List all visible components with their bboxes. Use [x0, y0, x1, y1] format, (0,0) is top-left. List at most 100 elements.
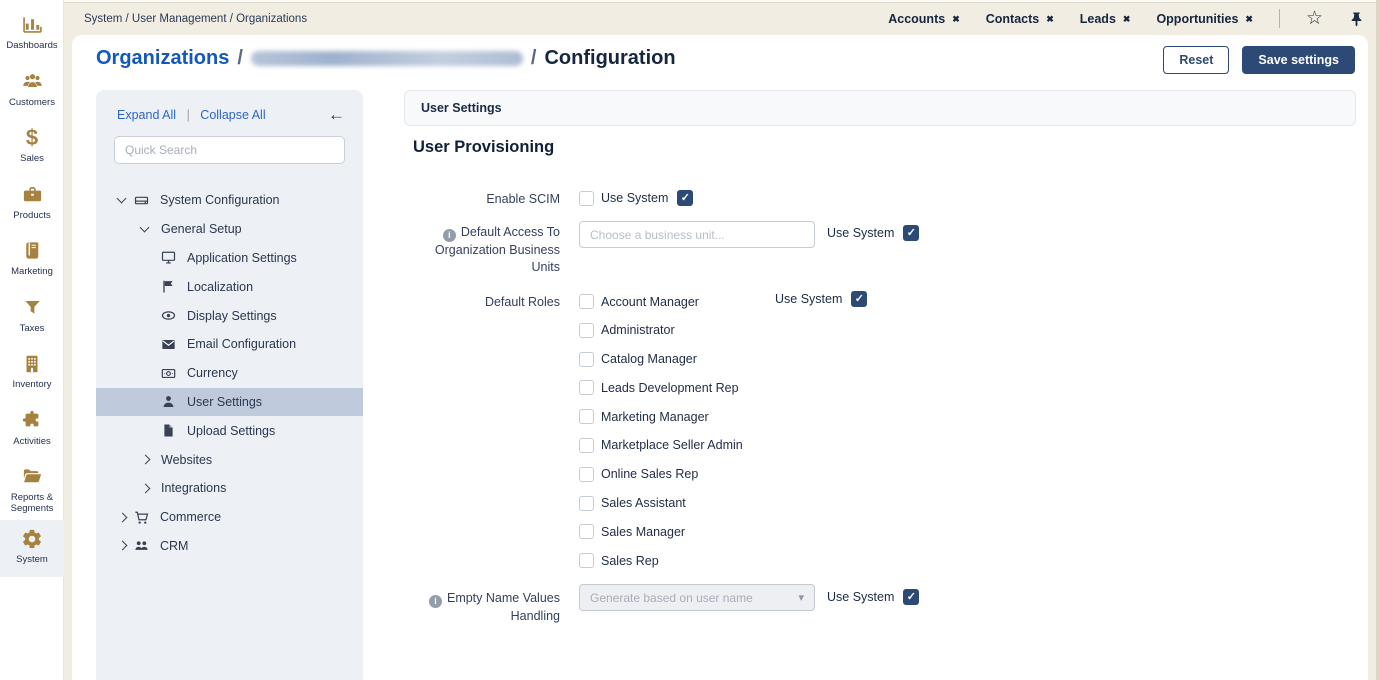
- collapse-all-link[interactable]: Collapse All: [200, 108, 265, 122]
- chevron-down-icon[interactable]: [117, 193, 127, 203]
- sidebar-item-label: Inventory: [12, 379, 51, 390]
- breadcrumb[interactable]: System / User Management / Organizations: [84, 13, 307, 25]
- role-row[interactable]: Sales Rep: [579, 553, 743, 568]
- header-actions: Reset Save settings: [1163, 46, 1355, 74]
- role-checkbox[interactable]: [579, 409, 594, 424]
- use-system-label: Use System: [827, 226, 894, 240]
- tree-item-label: Application Settings: [187, 251, 297, 265]
- tree-item-localization[interactable]: Localization: [96, 272, 363, 301]
- enable-scim-checkbox[interactable]: [579, 191, 594, 206]
- favorite-star-icon[interactable]: ☆: [1306, 9, 1323, 28]
- tree-item-websites[interactable]: Websites: [96, 445, 363, 474]
- right-edge-scroll-strip[interactable]: [1376, 0, 1380, 680]
- dollar-icon: $: [26, 125, 38, 150]
- tree-item-display-settings[interactable]: Display Settings: [96, 301, 363, 330]
- close-icon[interactable]: ✖: [952, 14, 960, 25]
- tree-item-system-configuration[interactable]: System Configuration: [96, 186, 363, 215]
- role-row[interactable]: Leads Development Rep: [579, 380, 743, 395]
- tree-item-upload-settings[interactable]: Upload Settings: [96, 416, 363, 445]
- sidebar-item-customers[interactable]: Customers: [0, 63, 64, 120]
- close-icon[interactable]: ✖: [1123, 14, 1131, 25]
- content-card: Organizations / / Configuration Reset Sa…: [72, 35, 1368, 680]
- use-system-checkbox[interactable]: ✓: [851, 291, 867, 307]
- pinned-tab-accounts[interactable]: Accounts✖: [888, 12, 960, 26]
- use-system-control: Use System ✓: [827, 589, 919, 605]
- tree-item-label: Display Settings: [187, 309, 277, 323]
- main-menu-sidebar: Dashboards Customers $ Sales Products Ma…: [0, 0, 64, 680]
- close-icon[interactable]: ✖: [1046, 14, 1054, 25]
- expand-all-link[interactable]: Expand All: [117, 108, 176, 122]
- sidebar-item-label: System: [16, 554, 48, 565]
- role-checkbox[interactable]: [579, 323, 594, 338]
- business-unit-input[interactable]: [579, 221, 815, 248]
- role-checkbox[interactable]: [579, 524, 594, 539]
- role-row[interactable]: Administrator: [579, 323, 743, 338]
- tree-item-crm[interactable]: CRM: [96, 532, 363, 561]
- sidebar-item-inventory[interactable]: Inventory: [0, 345, 64, 402]
- sidebar-item-taxes[interactable]: Taxes: [0, 289, 64, 346]
- user-provisioning-heading: User Provisioning: [413, 138, 554, 157]
- sidebar-item-dashboards[interactable]: Dashboards: [0, 6, 64, 63]
- role-row[interactable]: Account Manager: [579, 294, 743, 309]
- role-label: Sales Rep: [601, 554, 659, 568]
- chevron-right-icon[interactable]: [141, 483, 151, 493]
- role-row[interactable]: Marketplace Seller Admin: [579, 438, 743, 453]
- topbar-divider: [1279, 9, 1280, 28]
- select-value: Generate based on user name: [590, 591, 753, 605]
- tree-item-commerce[interactable]: Commerce: [96, 503, 363, 532]
- tree-item-email-configuration[interactable]: Email Configuration: [96, 330, 363, 359]
- role-checkbox[interactable]: [579, 496, 594, 511]
- info-icon[interactable]: i: [429, 595, 442, 608]
- sidebar-item-products[interactable]: Products: [0, 176, 64, 233]
- chevron-down-icon[interactable]: [140, 222, 150, 232]
- role-checkbox[interactable]: [579, 294, 594, 309]
- use-system-checkbox[interactable]: ✓: [677, 190, 693, 206]
- tree-item-label: Email Configuration: [187, 337, 296, 351]
- pinned-tab-contacts[interactable]: Contacts✖: [986, 12, 1054, 26]
- save-settings-button[interactable]: Save settings: [1242, 46, 1355, 74]
- tree-item-integrations[interactable]: Integrations: [96, 474, 363, 503]
- tree-item-application-settings[interactable]: Application Settings: [96, 244, 363, 273]
- role-row[interactable]: Online Sales Rep: [579, 467, 743, 482]
- role-checkbox[interactable]: [579, 380, 594, 395]
- puzzle-icon: [21, 408, 43, 433]
- sidebar-item-reports-segments[interactable]: Reports & Segments: [0, 458, 64, 520]
- tree-item-label: CRM: [160, 539, 188, 553]
- role-checkbox[interactable]: [579, 553, 594, 568]
- tree-item-label: System Configuration: [160, 193, 280, 207]
- collapse-panel-arrow-icon[interactable]: ←: [328, 106, 345, 123]
- chevron-right-icon[interactable]: [118, 541, 128, 551]
- chevron-right-icon[interactable]: [118, 512, 128, 522]
- role-row[interactable]: Sales Assistant: [579, 496, 743, 511]
- role-label: Marketplace Seller Admin: [601, 438, 743, 452]
- sidebar-item-sales[interactable]: $ Sales: [0, 119, 64, 176]
- sidebar-item-activities[interactable]: Activities: [0, 402, 64, 459]
- pinned-tab-leads[interactable]: Leads✖: [1080, 12, 1131, 26]
- sidebar-item-system[interactable]: System: [0, 520, 64, 577]
- role-row[interactable]: Catalog Manager: [579, 352, 743, 367]
- role-label: Catalog Manager: [601, 352, 697, 366]
- reset-button[interactable]: Reset: [1163, 46, 1229, 74]
- use-system-checkbox[interactable]: ✓: [903, 589, 919, 605]
- sidebar-item-marketing[interactable]: Marketing: [0, 232, 64, 289]
- role-checkbox[interactable]: [579, 438, 594, 453]
- top-edge-strip: [64, 0, 1380, 3]
- role-row[interactable]: Marketing Manager: [579, 409, 743, 424]
- tree-item-user-settings[interactable]: User Settings: [96, 388, 363, 417]
- flag-icon: [161, 279, 187, 294]
- role-checkbox[interactable]: [579, 352, 594, 367]
- chevron-right-icon[interactable]: [141, 455, 151, 465]
- tree-item-general-setup[interactable]: General Setup: [96, 215, 363, 244]
- role-row[interactable]: Sales Manager: [579, 524, 743, 539]
- pin-icon[interactable]: [1349, 11, 1364, 27]
- check-icon: ✓: [855, 294, 864, 305]
- info-icon[interactable]: i: [443, 229, 456, 242]
- use-system-checkbox[interactable]: ✓: [903, 225, 919, 241]
- pinned-tab-opportunities[interactable]: Opportunities✖: [1156, 12, 1253, 26]
- empty-name-select[interactable]: Generate based on user name ▾: [579, 584, 815, 611]
- quick-search-input[interactable]: [114, 136, 345, 164]
- tree-item-currency[interactable]: Currency: [96, 359, 363, 388]
- page-title-organizations-link[interactable]: Organizations: [96, 47, 229, 70]
- role-checkbox[interactable]: [579, 467, 594, 482]
- close-icon[interactable]: ✖: [1245, 14, 1253, 25]
